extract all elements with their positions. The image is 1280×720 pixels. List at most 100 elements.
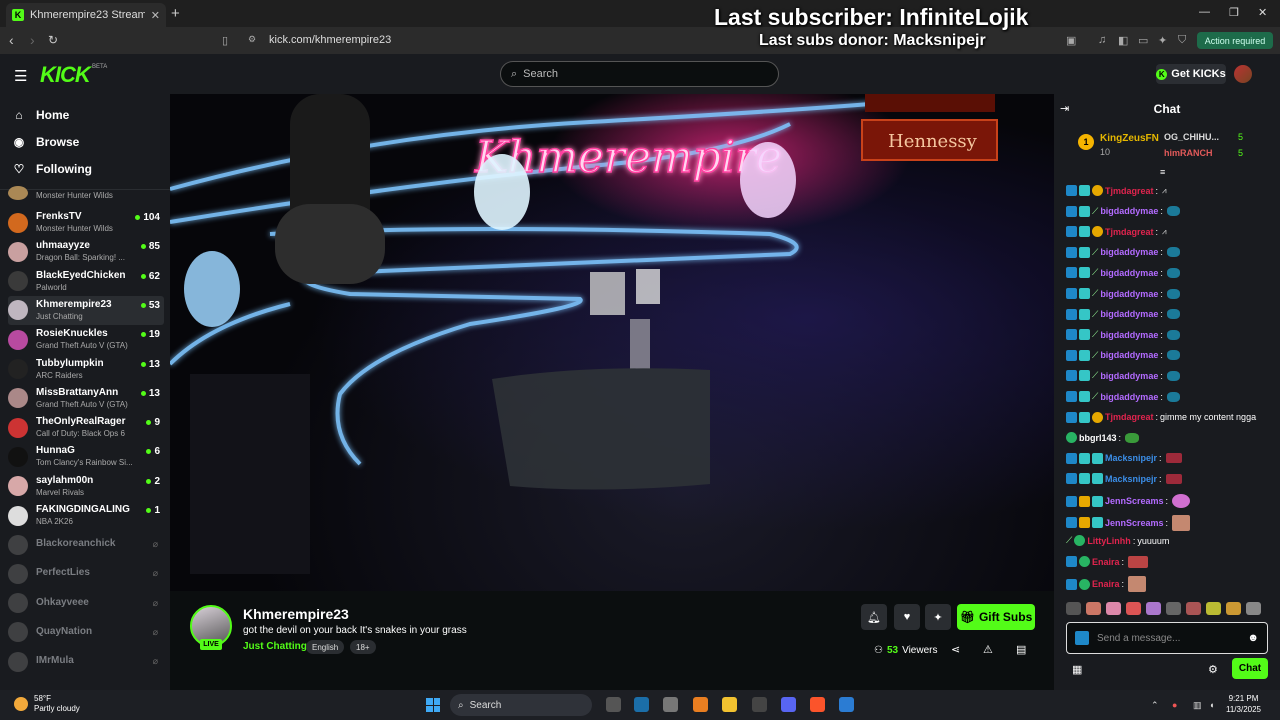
channel-item[interactable]: saylahm00n Marvel Rivals 2 [8, 472, 164, 501]
app-icon[interactable] [752, 697, 767, 712]
follow-button[interactable]: ♥ [894, 604, 920, 630]
channel-item-offline[interactable]: QuayNation ⌀ [8, 618, 164, 647]
app-icon[interactable] [839, 697, 854, 712]
leo-icon[interactable]: ✦ [1158, 34, 1167, 47]
gift-subs-button[interactable]: 🎁︎ Gift Subs [957, 604, 1035, 630]
emote-blue-icon[interactable] [1166, 206, 1180, 217]
weather-widget[interactable]: 58°F Partly cloudy [14, 694, 80, 714]
bookmark-icon[interactable]: ▯ [222, 34, 228, 47]
network-icon[interactable]: ▥ [1193, 700, 1202, 711]
emote-pink-icon[interactable] [1172, 494, 1191, 508]
tray-chevron-icon[interactable]: ⌃ [1151, 700, 1159, 711]
menu-icon[interactable]: ☰ [14, 67, 27, 85]
emote-blue-icon[interactable] [1166, 309, 1180, 320]
chat-message[interactable]: Macksnipejr: [1066, 473, 1182, 485]
chat-message[interactable]: ⟋ bigdaddymae: [1066, 205, 1180, 217]
tag-language[interactable]: English [306, 640, 345, 654]
notification-bell-button[interactable]: 🔔︎ [861, 604, 887, 630]
emote-item[interactable] [1106, 602, 1121, 615]
chat-username[interactable]: bbgrl143 [1079, 433, 1117, 443]
emote-item[interactable] [1126, 602, 1141, 615]
streamer-name[interactable]: Khmerempire23 [243, 606, 349, 622]
chat-message[interactable]: JennScreams: [1066, 494, 1191, 508]
emote-red-icon[interactable] [1165, 453, 1182, 464]
chat-message[interactable]: ⟋ bigdaddymae: [1066, 267, 1180, 279]
back-icon[interactable]: ‹ [9, 32, 14, 48]
close-tab-icon[interactable]: ✕ [151, 9, 160, 22]
chat-message-input[interactable]: Send a message... ☻ [1066, 622, 1268, 654]
emote-item[interactable] [1186, 602, 1201, 615]
channel-item-offline[interactable]: PerfectLies ⌀ [8, 559, 164, 588]
expand-leaderboard-icon[interactable]: ≡ [1160, 167, 1165, 177]
minimize-icon[interactable]: — [1199, 6, 1210, 18]
emote-love-icon[interactable] [1128, 555, 1149, 568]
chat-message[interactable]: ⟋ bigdaddymae: [1066, 246, 1180, 258]
user-avatar[interactable] [1234, 65, 1252, 83]
chat-message[interactable]: Macksnipejr: [1066, 452, 1182, 464]
chat-username[interactable]: bigdaddymae [1100, 392, 1158, 402]
nav-browse[interactable]: ◉ Browse [12, 135, 80, 149]
site-info-icon[interactable]: ⚙ [248, 34, 256, 45]
chat-username[interactable]: JennScreams [1105, 518, 1164, 528]
chat-username[interactable]: bigdaddymae [1100, 268, 1158, 278]
app-icon[interactable] [693, 697, 708, 712]
report-icon[interactable]: ⚠ [983, 643, 993, 656]
chat-message[interactable]: ⟋ bigdaddymae: [1066, 370, 1180, 382]
search-input[interactable]: ⌕ Search [500, 61, 779, 87]
chat-message[interactable]: Enaira: [1066, 555, 1149, 568]
chat-message[interactable]: JennScreams: [1066, 514, 1191, 531]
emote-blue-icon[interactable] [1166, 350, 1180, 361]
chat-message[interactable]: Tjmdagreat: ⩘ [1066, 226, 1167, 238]
chat-message[interactable]: ⟋ bigdaddymae: [1066, 349, 1180, 361]
leaderboard-top-name[interactable]: KingZeusFN [1100, 133, 1159, 144]
emote-leaf-icon[interactable] [1125, 432, 1140, 443]
system-clock[interactable]: 9:21 PM 11/3/2025 [1226, 693, 1261, 715]
file-explorer-icon[interactable] [722, 697, 737, 712]
leaderboard-entry[interactable]: himRANCH 5 [1164, 148, 1243, 158]
chat-username[interactable]: Tjmdagreat [1105, 227, 1154, 237]
video-player[interactable]: Khmerempire Hennessy [170, 94, 1054, 591]
chat-username[interactable]: Enaira [1092, 579, 1120, 589]
channel-item[interactable]: HunnaG Tom Clancy's Rainbow Si... 6 [8, 442, 164, 471]
brave-icon[interactable] [810, 697, 825, 712]
settings-gear-icon[interactable]: ⚙ [1208, 663, 1218, 676]
emote-item[interactable] [1166, 602, 1181, 615]
emoji-icon[interactable]: ☻ [1247, 632, 1259, 644]
emote-item[interactable] [1226, 602, 1241, 615]
chat-username[interactable]: bigdaddymae [1100, 371, 1158, 381]
mic-icon[interactable]: ● [1172, 700, 1177, 710]
chat-username[interactable]: Macksnipejr [1105, 474, 1157, 484]
channel-item-offline[interactable]: Blackoreanchick ⌀ [8, 530, 164, 559]
emote-wm-icon[interactable]: ⩘ [1162, 186, 1167, 196]
channel-item[interactable]: FrenksTV Monster Hunter Wilds 104 [8, 208, 164, 237]
tag-mature[interactable]: 18+ [350, 640, 376, 654]
chat-username[interactable]: JennScreams [1105, 496, 1164, 506]
chat-send-button[interactable]: Chat [1232, 658, 1268, 679]
channel-item-offline[interactable]: IMrMula ⌀ [8, 647, 164, 676]
reload-icon[interactable]: ↻ [48, 33, 58, 47]
channel-item[interactable]: BlackEyedChicken Palworld 62 [8, 267, 164, 296]
channel-item[interactable]: FAKINGDINGALING NBA 2K26 1 [8, 501, 164, 530]
nav-home[interactable]: ⌂ Home [12, 108, 69, 122]
channel-item[interactable]: TheOnlyRealRager Call of Duty: Black Ops … [8, 413, 164, 442]
emote-blue-icon[interactable] [1166, 288, 1180, 299]
emote-blue-icon[interactable] [1166, 391, 1180, 402]
chat-message[interactable]: ⟋ bigdaddymae: [1066, 391, 1180, 402]
emote-red-icon[interactable] [1165, 473, 1182, 484]
channel-item-offline[interactable]: Ohkayveee ⌀ [8, 589, 164, 618]
chat-message[interactable]: ⟋ LittyLinhh: yuuuum [1066, 535, 1169, 547]
chat-message[interactable]: Tjmdagreat: ⩘ [1066, 185, 1167, 196]
sidebar-icon[interactable]: ◧ [1118, 34, 1128, 47]
boost-button[interactable]: ✦ [925, 604, 951, 630]
channel-item[interactable]: Tubbylumpkin ARC Raiders 13 [8, 355, 164, 384]
chat-username[interactable]: Tjmdagreat [1105, 412, 1154, 422]
emote-blue-icon[interactable] [1166, 370, 1180, 381]
chat-message[interactable]: ⟋ bigdaddymae: [1066, 308, 1180, 320]
chat-username[interactable]: bigdaddymae [1100, 350, 1158, 360]
kick-logo[interactable]: KICK [40, 62, 91, 88]
chat-username[interactable]: Tjmdagreat [1105, 186, 1154, 196]
emote-blue-icon[interactable] [1166, 267, 1180, 278]
wallet-icon[interactable]: ▭ [1138, 34, 1148, 47]
chat-username[interactable]: bigdaddymae [1100, 330, 1158, 340]
chat-username[interactable]: bigdaddymae [1100, 289, 1158, 299]
